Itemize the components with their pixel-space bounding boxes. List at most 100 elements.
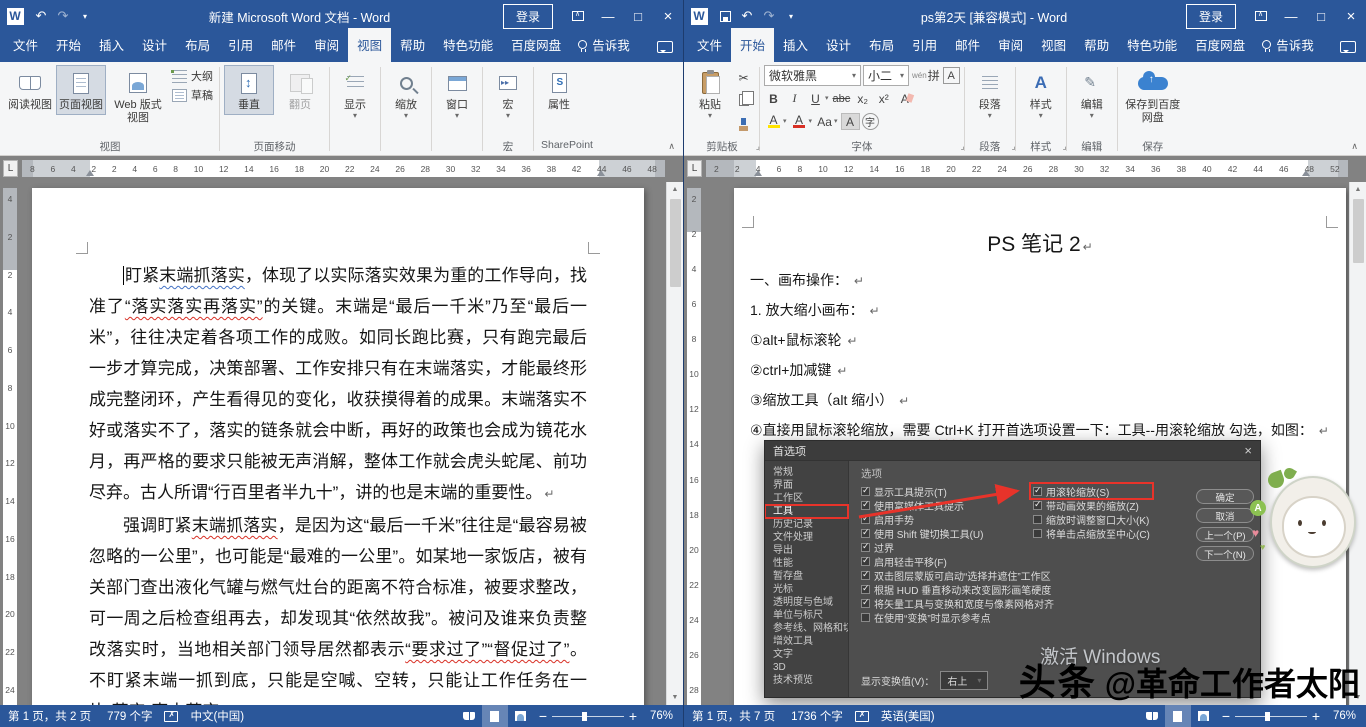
- zoom-slider[interactable]: [551, 705, 624, 727]
- zoom-slider-thumb[interactable]: [581, 712, 587, 721]
- macros-button[interactable]: 宏▾: [487, 65, 529, 123]
- web-layout-view-button[interactable]: [508, 705, 534, 727]
- vertical-scrolling-button[interactable]: 垂直: [224, 65, 274, 115]
- proofing-errors-icon[interactable]: ✗: [164, 710, 179, 722]
- zoom-slider[interactable]: [1234, 705, 1307, 727]
- paragraph[interactable]: 盯紧末端抓落实，体现了以实际落实效果为重的工作导向，找准了“落实落实再落实”的关…: [89, 260, 587, 510]
- undo-button[interactable]: ↶: [30, 4, 52, 28]
- document-page[interactable]: PS 笔记 2 ↵ 一、画布操作： ↵ 1. 放大缩小画布： ↵ ①alt+鼠标滚…: [734, 188, 1346, 705]
- paragraph[interactable]: 强调盯紧末端抓落实，是因为这“最后一千米”往往是“最容易被忽略的一公里”，也可能…: [89, 510, 587, 705]
- print-layout-button[interactable]: 页面视图: [56, 65, 106, 115]
- quick-access-dropdown[interactable]: ▾: [780, 4, 802, 28]
- ribbon-tab[interactable]: 引用: [219, 28, 262, 62]
- vertical-scrollbar[interactable]: ▲ ▼: [1349, 182, 1366, 705]
- ribbon-tab[interactable]: 百度网盘: [1186, 28, 1254, 62]
- ps-sidebar-item[interactable]: 导出: [765, 544, 848, 557]
- ribbon-tab[interactable]: 审阅: [305, 28, 348, 62]
- ruler-bar[interactable]: 8 6 4 2 2 4 6 8 10 12 14 16 18 20 22 24 26 28 30 32 34 36 38 42…: [22, 160, 665, 177]
- ribbon-tab[interactable]: 插入: [774, 28, 817, 62]
- styles-dialog-launcher[interactable]: ⌟: [1062, 141, 1066, 152]
- ps-checkbox[interactable]: 根据 HUD 垂直移动来改变圆形画笔硬度: [861, 583, 1051, 597]
- ps-sidebar-item[interactable]: 透明度与色域: [765, 596, 848, 609]
- ribbon-tab[interactable]: 文件: [4, 28, 47, 62]
- print-layout-view-button[interactable]: [481, 705, 508, 727]
- proofing-errors-icon[interactable]: ✗: [854, 710, 869, 722]
- properties-button[interactable]: 属性: [538, 65, 580, 115]
- indent-marker-left[interactable]: [86, 170, 94, 176]
- ruler-bar[interactable]: 2 2 4 6 8 10 12 14 16 18 20 22 24 26 28 30 32 34 36 38 40 42 4…: [706, 160, 1348, 177]
- tab-stop-selector[interactable]: L: [687, 160, 702, 177]
- ps-checkbox[interactable]: 带动画效果的缩放(Z): [1033, 499, 1150, 513]
- ps-sidebar-item[interactable]: 技术预览: [765, 674, 848, 687]
- ps-checkbox[interactable]: 使用 Shift 键切换工具(U): [861, 527, 1033, 541]
- page-indicator[interactable]: 第 1 页，共 7 页: [684, 705, 783, 727]
- zoom-percentage[interactable]: 76%: [1325, 705, 1366, 727]
- paste-button[interactable]: 粘贴 ▾: [689, 65, 731, 123]
- collapse-ribbon-button[interactable]: ∧: [668, 141, 675, 152]
- zoom-menu-button[interactable]: 缩放 ▾: [385, 65, 427, 123]
- word-count[interactable]: 1736 个字: [783, 705, 851, 727]
- vertical-scrollbar[interactable]: ▲ ▼: [666, 182, 683, 705]
- language-indicator[interactable]: 英语(美国): [873, 705, 943, 727]
- ribbon-tab[interactable]: 视图: [1032, 28, 1075, 62]
- zoom-in-button[interactable]: +: [1307, 708, 1325, 724]
- scrollbar-thumb[interactable]: [1352, 199, 1364, 263]
- font-color-button[interactable]: A: [790, 112, 809, 131]
- ps-sidebar-item[interactable]: 光标: [765, 583, 848, 596]
- outline-view-button[interactable]: 大纲: [171, 68, 213, 84]
- ps-checkbox[interactable]: 缩放时调整窗口大小(K): [1033, 514, 1150, 527]
- close-button[interactable]: ×: [1336, 0, 1366, 32]
- tab-stop-selector[interactable]: L: [3, 160, 18, 177]
- character-shading-button[interactable]: A: [840, 113, 860, 130]
- collapse-ribbon-button[interactable]: ∧: [1351, 141, 1358, 152]
- change-case-button[interactable]: Aa: [815, 112, 834, 131]
- underline-button[interactable]: U: [806, 89, 825, 108]
- ps-close-icon[interactable]: ×: [1244, 443, 1252, 458]
- ps-sidebar-item[interactable]: 增效工具: [765, 635, 848, 648]
- ribbon-tab[interactable]: 帮助: [391, 28, 434, 62]
- paragraph-dialog-launcher[interactable]: ⌟: [1011, 141, 1015, 152]
- window-menu-button[interactable]: 窗口 ▾: [436, 65, 478, 123]
- paragraph-menu-button[interactable]: 段落 ▾: [969, 65, 1011, 123]
- ps-sidebar-item[interactable]: 工作区: [765, 492, 848, 505]
- zoom-in-button[interactable]: +: [624, 708, 642, 724]
- ribbon-tab[interactable]: 文件: [688, 28, 731, 62]
- ps-checkbox[interactable]: 双击图层蒙版可启动“选择并遮住”工作区: [861, 569, 1051, 583]
- ps-checkbox[interactable]: 使用富媒体工具提示: [861, 499, 1033, 513]
- ribbon-tab[interactable]: 开始: [731, 28, 775, 62]
- clear-formatting-button[interactable]: A: [895, 89, 914, 108]
- font-name-combo[interactable]: 微软雅黑 ▾: [764, 65, 861, 86]
- indent-marker-right[interactable]: [597, 170, 605, 176]
- web-layout-view-button[interactable]: [1191, 705, 1217, 727]
- clipboard-dialog-launcher[interactable]: ⌟: [756, 141, 760, 152]
- cut-button[interactable]: ✂: [734, 68, 753, 87]
- phonetic-guide-button[interactable]: wén 拼: [911, 66, 941, 85]
- indent-marker-left[interactable]: [754, 170, 762, 176]
- quick-access-dropdown[interactable]: ▾: [74, 4, 96, 28]
- ribbon-tab[interactable]: 百度网盘: [502, 28, 570, 62]
- page-indicator[interactable]: 第 1 页，共 2 页: [0, 705, 99, 727]
- ps-sidebar-item[interactable]: 常规: [765, 466, 848, 479]
- paragraph[interactable]: ②ctrl+加减键 ↵: [750, 356, 1330, 386]
- ps-sidebar-item[interactable]: 历史记录: [765, 518, 848, 531]
- strikethrough-button[interactable]: abc: [832, 89, 852, 108]
- ribbon-tab[interactable]: 帮助: [1075, 28, 1118, 62]
- read-mode-view-button[interactable]: [456, 705, 482, 727]
- save-button[interactable]: [714, 4, 736, 28]
- ribbon-tab[interactable]: 特色功能: [1118, 28, 1186, 62]
- zoom-slider-thumb[interactable]: [1264, 712, 1270, 721]
- ps-checkbox[interactable]: 用滚轮缩放(S): [1029, 482, 1154, 500]
- bold-button[interactable]: B: [764, 89, 783, 108]
- save-to-baidu-button[interactable]: 保存到百度网盘: [1122, 65, 1184, 128]
- ps-sidebar-item[interactable]: 文字: [765, 648, 848, 661]
- subscript-button[interactable]: x₂: [853, 89, 872, 108]
- language-indicator[interactable]: 中文(中国): [182, 705, 252, 727]
- comments-icon[interactable]: [657, 41, 673, 53]
- font-dialog-launcher[interactable]: ⌟: [960, 141, 964, 152]
- ps-sidebar-item[interactable]: 单位与标尺: [765, 609, 848, 622]
- ribbon-tab[interactable]: 视图: [348, 28, 392, 62]
- ps-checkbox[interactable]: 将单击点缩放至中心(C): [1033, 528, 1150, 541]
- ps-checkbox[interactable]: 过界: [861, 541, 1033, 555]
- paragraph[interactable]: ①alt+鼠标滚轮 ↵: [750, 326, 1330, 356]
- ribbon-tab[interactable]: 引用: [903, 28, 946, 62]
